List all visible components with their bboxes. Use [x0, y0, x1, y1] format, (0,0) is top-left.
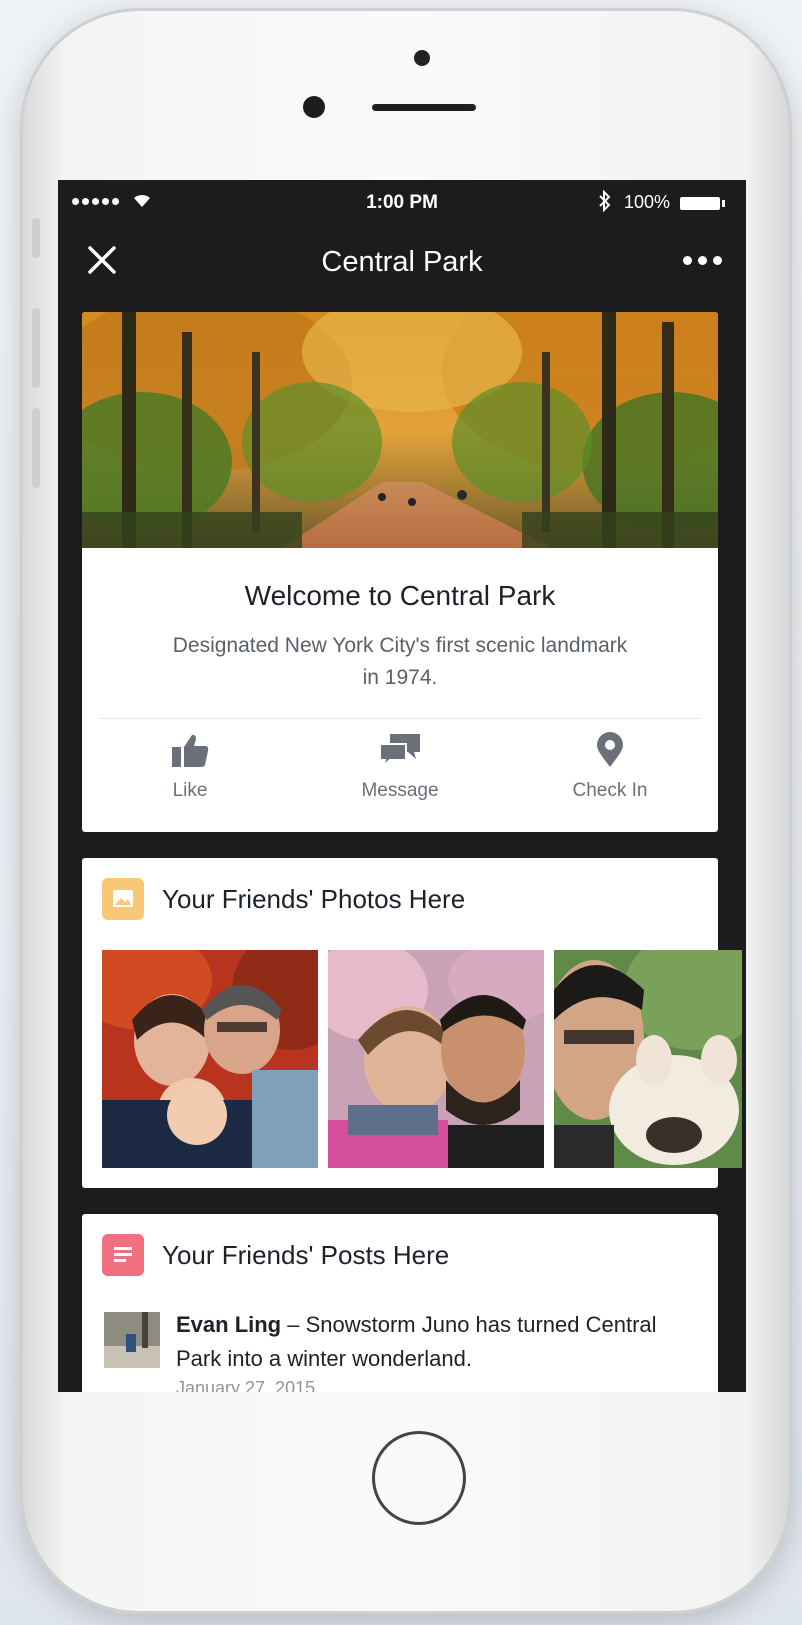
welcome-title: Welcome to Central Park — [244, 580, 556, 611]
home-button[interactable] — [372, 1431, 466, 1525]
cover-photo — [82, 312, 718, 548]
photo-icon — [102, 878, 144, 920]
check-in-button[interactable]: Check In — [520, 732, 700, 802]
friends-photos-title: Your Friends' Photos Here — [162, 883, 466, 914]
post-thumbnail[interactable] — [104, 1312, 160, 1368]
like-button[interactable]: Like — [100, 732, 280, 802]
mute-switch — [32, 218, 40, 258]
thumbs-up-icon — [172, 734, 209, 767]
status-bar: 1:00 PM 100% — [58, 180, 746, 224]
post-body[interactable]: Evan Ling – Snowstorm Juno has turned Ce… — [176, 1308, 696, 1376]
message-label: Message — [361, 780, 439, 801]
more-options-icon[interactable] — [683, 256, 722, 265]
nav-bar: Central Park — [58, 224, 746, 300]
bluetooth-icon — [598, 189, 612, 218]
volume-down-button — [32, 408, 40, 488]
check-in-label: Check In — [572, 780, 648, 801]
message-button[interactable]: Message — [310, 732, 490, 802]
friend-photo[interactable] — [554, 950, 742, 1168]
battery-percent: 100% — [624, 192, 671, 212]
page-title: Central Park — [321, 246, 483, 278]
post-author[interactable]: Evan Ling — [176, 1312, 281, 1337]
earpiece-speaker — [372, 104, 476, 111]
friends-posts-card: Your Friends' Posts Here Evan Ling – Sno… — [82, 1214, 718, 1392]
friend-photo[interactable] — [328, 950, 544, 1168]
welcome-description: Designated New York City's first scenic … — [172, 634, 628, 689]
document-icon — [102, 1234, 144, 1276]
friend-photo[interactable] — [102, 950, 318, 1168]
volume-up-button — [32, 308, 40, 388]
friends-posts-title: Your Friends' Posts Here — [162, 1239, 450, 1270]
photo-strip[interactable] — [102, 950, 742, 1168]
like-label: Like — [172, 780, 208, 801]
friends-posts-header: Your Friends' Posts Here — [102, 1234, 449, 1276]
divider — [100, 718, 700, 719]
chat-bubbles-icon — [379, 734, 420, 768]
front-camera — [303, 96, 325, 118]
post-date: January 27, 2015 — [176, 1378, 316, 1392]
friends-photos-card: Your Friends' Photos Here — [82, 858, 742, 1188]
app-screen: 1:00 PM 100% Central Park Welcome to Cen… — [58, 180, 746, 1392]
friends-photos-header: Your Friends' Photos Here — [102, 878, 465, 920]
welcome-card: Welcome to Central Park Designated New Y… — [82, 312, 718, 832]
battery-icon — [680, 197, 725, 210]
proximity-sensor — [414, 50, 430, 66]
map-pin-icon — [597, 732, 623, 767]
